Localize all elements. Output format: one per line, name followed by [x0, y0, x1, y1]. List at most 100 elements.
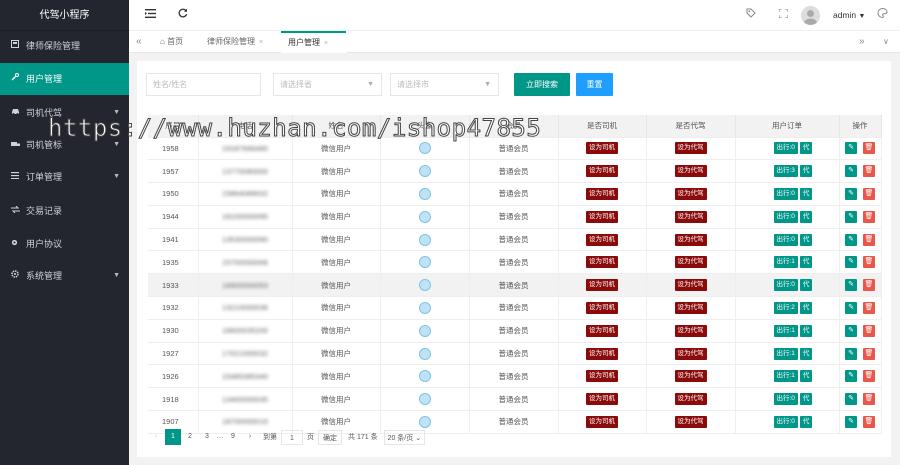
trip-orders-button[interactable]: 出行:0 [773, 187, 798, 200]
user-menu[interactable]: admin ▼ [833, 0, 865, 32]
tab-home[interactable]: ⌂ 首页 [160, 31, 183, 53]
delete-icon[interactable]: 🗑 [863, 347, 875, 360]
trip-orders-button[interactable]: 出行:0 [773, 210, 798, 223]
sidebar-item-4[interactable]: 订单管理 ▼ [0, 161, 129, 193]
edit-icon[interactable]: ✎ [845, 279, 857, 292]
set-driver-button[interactable]: 设为司机 [586, 393, 618, 406]
edit-icon[interactable]: ✎ [845, 301, 857, 314]
valet-orders-button[interactable]: 代 [799, 301, 813, 314]
table-row[interactable]: 1932 13210000036 微信用户 普通会员 设为司机 设为代驾 出行:2 代 ✎ 🗑 [148, 296, 882, 320]
valet-orders-button[interactable]: 代 [799, 256, 813, 269]
delete-icon[interactable]: 🗑 [863, 187, 875, 200]
edit-icon[interactable]: ✎ [845, 393, 857, 406]
set-valet-button[interactable]: 设为代驾 [674, 301, 707, 314]
table-row[interactable]: 1927 17021000032 微信用户 普通会员 设为司机 设为代驾 出行:1 代 ✎ 🗑 [148, 342, 882, 366]
delete-icon[interactable]: 🗑 [863, 370, 875, 383]
valet-orders-button[interactable]: 代 [799, 370, 813, 383]
trip-orders-button[interactable]: 出行:0 [773, 142, 798, 155]
trip-orders-button[interactable]: 出行:1 [773, 324, 798, 337]
valet-orders-button[interactable]: 代 [799, 210, 813, 223]
set-driver-button[interactable]: 设为司机 [586, 187, 618, 200]
table-row[interactable]: 1958 19187666480 微信用户 普通会员 设为司机 设为代驾 出行:0 代 ✎ 🗑 [148, 137, 882, 161]
name-search-input[interactable]: 姓名/姓名 [146, 73, 261, 96]
delete-icon[interactable]: 🗑 [863, 165, 875, 178]
sidebar-item-0[interactable]: 律师保险管理 [0, 30, 129, 62]
valet-orders-button[interactable]: 代 [799, 415, 813, 428]
set-valet-button[interactable]: 设为代驾 [674, 210, 707, 223]
sidebar-item-1[interactable]: 用户管理 [0, 63, 129, 95]
set-driver-button[interactable]: 设为司机 [586, 279, 618, 292]
set-driver-button[interactable]: 设为司机 [586, 347, 618, 360]
set-valet-button[interactable]: 设为代驾 [674, 324, 707, 337]
next-page-icon[interactable]: › [242, 429, 258, 445]
sidebar-item-2[interactable]: 司机代驾 ▼ [0, 97, 129, 129]
set-valet-button[interactable]: 设为代驾 [674, 393, 707, 406]
delete-icon[interactable]: 🗑 [863, 210, 875, 223]
set-driver-button[interactable]: 设为司机 [586, 370, 618, 383]
valet-orders-button[interactable]: 代 [799, 279, 813, 292]
set-valet-button[interactable]: 设为代驾 [674, 415, 707, 428]
table-row[interactable]: 1933 18900000053 微信用户 普通会员 设为司机 设为代驾 出行:0 代 ✎ 🗑 [148, 273, 882, 298]
valet-orders-button[interactable]: 代 [799, 347, 813, 360]
edit-icon[interactable]: ✎ [845, 165, 857, 178]
edit-icon[interactable]: ✎ [845, 187, 857, 200]
valet-orders-button[interactable]: 代 [799, 233, 813, 246]
delete-icon[interactable]: 🗑 [863, 142, 875, 155]
set-driver-button[interactable]: 设为司机 [586, 165, 618, 178]
tag-icon[interactable] [746, 0, 756, 31]
search-button[interactable]: 立即搜索 [514, 73, 570, 96]
valet-orders-button[interactable]: 代 [799, 393, 813, 406]
edit-icon[interactable]: ✎ [845, 370, 857, 383]
province-select[interactable]: 请选择省 ▼ [273, 73, 382, 96]
set-valet-button[interactable]: 设为代驾 [674, 187, 707, 200]
menu-toggle-icon[interactable] [145, 0, 156, 31]
city-select[interactable]: 请选择市 ▼ [390, 73, 499, 96]
set-valet-button[interactable]: 设为代驾 [674, 279, 707, 292]
set-driver-button[interactable]: 设为司机 [586, 210, 618, 223]
edit-icon[interactable]: ✎ [845, 415, 857, 428]
tabs-scroll-right-icon[interactable]: » [859, 31, 865, 53]
trip-orders-button[interactable]: 出行:1 [773, 370, 798, 383]
table-row[interactable]: 1926 15485385340 微信用户 普通会员 设为司机 设为代驾 出行:1 代 ✎ 🗑 [148, 364, 882, 389]
table-row[interactable]: 1944 18100000095 微信用户 普通会员 设为司机 设为代驾 出行:0 代 ✎ 🗑 [148, 205, 882, 229]
set-driver-button[interactable]: 设为司机 [586, 324, 618, 337]
goto-page-input[interactable]: 1 [281, 429, 303, 445]
delete-icon[interactable]: 🗑 [863, 279, 875, 292]
delete-icon[interactable]: 🗑 [863, 256, 875, 269]
valet-orders-button[interactable]: 代 [799, 165, 813, 178]
page-number[interactable]: 1 [165, 429, 181, 445]
sidebar-item-3[interactable]: 司机管标 ▼ [0, 129, 129, 161]
trip-orders-button[interactable]: 出行:0 [773, 415, 798, 428]
set-driver-button[interactable]: 设为司机 [586, 142, 618, 155]
delete-icon[interactable]: 🗑 [863, 393, 875, 406]
sidebar-item-5[interactable]: 交易记录 [0, 195, 129, 227]
close-icon[interactable]: × [259, 39, 263, 46]
set-driver-button[interactable]: 设为司机 [586, 415, 618, 428]
trip-orders-button[interactable]: 出行:1 [773, 256, 798, 269]
set-valet-button[interactable]: 设为代驾 [674, 256, 707, 269]
page-number[interactable]: 9 [225, 429, 241, 445]
tab-user-management[interactable]: 用户管理 × [281, 31, 346, 53]
table-row[interactable]: 1930 16600035200 微信用户 普通会员 设为司机 设为代驾 出行:1 代 ✎ 🗑 [148, 319, 882, 343]
page-size-select[interactable]: 20 条/页 ⌄ [383, 429, 426, 445]
fullscreen-icon[interactable] [778, 0, 789, 31]
palette-icon[interactable] [877, 0, 888, 31]
delete-icon[interactable]: 🗑 [863, 301, 875, 314]
table-row[interactable]: 1935 15700000066 微信用户 普通会员 设为司机 设为代驾 出行:1 代 ✎ 🗑 [148, 250, 882, 275]
chevron-down-icon[interactable]: ∨ [883, 31, 889, 53]
set-valet-button[interactable]: 设为代驾 [674, 165, 707, 178]
edit-icon[interactable]: ✎ [845, 256, 857, 269]
reset-button[interactable]: 重置 [576, 73, 613, 96]
trip-orders-button[interactable]: 出行:3 [773, 165, 798, 178]
table-row[interactable]: 1950 15864089932 微信用户 普通会员 设为司机 设为代驾 出行:0 代 ✎ 🗑 [148, 182, 882, 206]
set-valet-button[interactable]: 设为代驾 [674, 233, 707, 246]
delete-icon[interactable]: 🗑 [863, 415, 875, 428]
tabs-scroll-left-icon[interactable]: « [136, 31, 142, 53]
edit-icon[interactable]: ✎ [845, 233, 857, 246]
set-driver-button[interactable]: 设为司机 [586, 301, 618, 314]
edit-icon[interactable]: ✎ [845, 324, 857, 337]
edit-icon[interactable]: ✎ [845, 142, 857, 155]
trip-orders-button[interactable]: 出行:0 [773, 279, 798, 292]
tab-lawyer-insurance[interactable]: 律师保险管理 × [207, 31, 263, 53]
prev-page-icon[interactable]: ‹ [148, 429, 164, 445]
